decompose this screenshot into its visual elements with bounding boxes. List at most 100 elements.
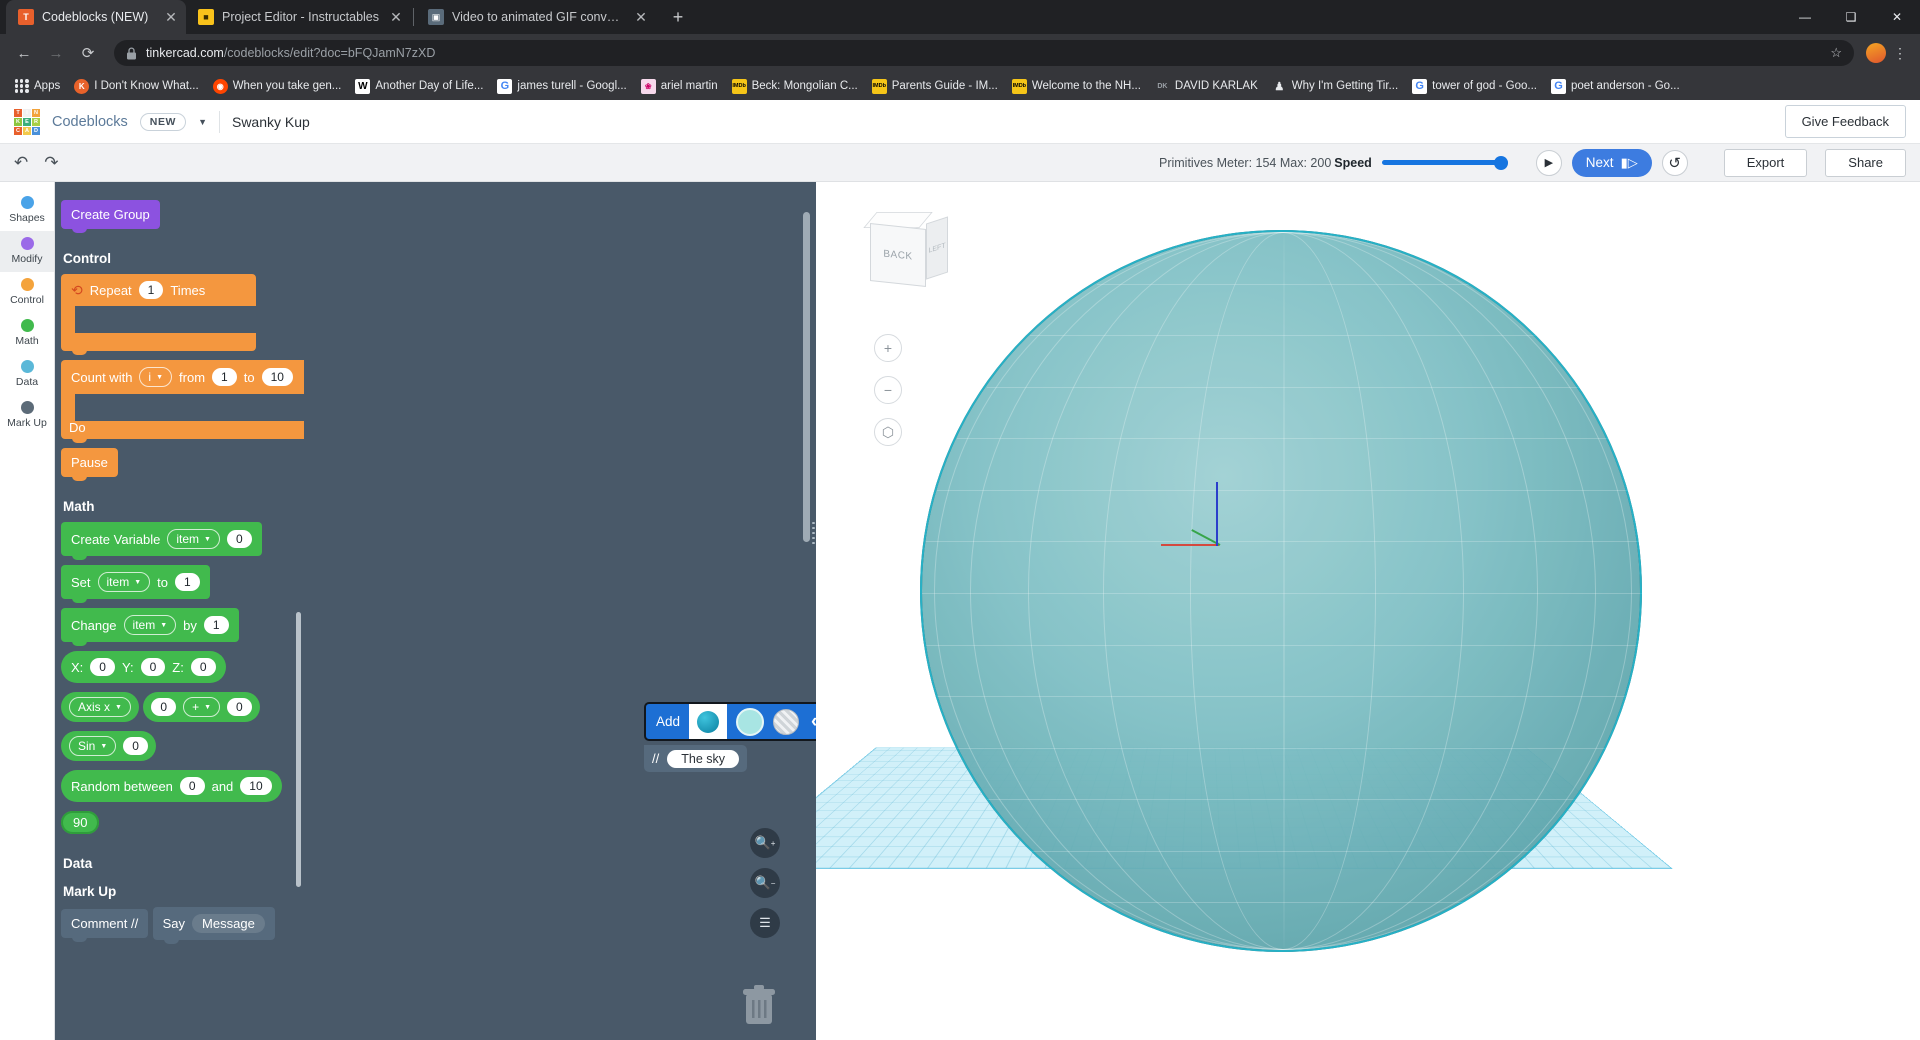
comment-text-input[interactable]: The sky — [667, 750, 739, 768]
block-slot[interactable] — [75, 306, 256, 333]
forward-icon[interactable]: → — [42, 39, 70, 67]
bookmark-item[interactable]: ❀ ariel martin — [635, 76, 724, 97]
bookmark-item[interactable]: ♟ Why I'm Getting Tir... — [1266, 76, 1404, 97]
category-data[interactable]: Data — [0, 354, 54, 395]
trig-input[interactable]: 0 — [123, 737, 148, 755]
count-variable-dropdown[interactable]: i ▼ — [139, 367, 172, 387]
zoom-in-icon[interactable]: 🔍 + — [750, 828, 780, 858]
new-tab-button[interactable]: + — [664, 3, 692, 31]
bookmark-item[interactable]: IMDb Parents Guide - IM... — [866, 76, 1004, 97]
view-cube-back-face[interactable]: BACK — [870, 223, 926, 287]
bookmark-item[interactable]: W Another Day of Life... — [349, 76, 489, 97]
block-xyz[interactable]: X: 0 Y: 0 Z: 0 — [61, 651, 226, 683]
slider-thumb[interactable] — [1494, 156, 1508, 170]
bookmark-item[interactable]: ◉ When you take gen... — [207, 76, 348, 97]
block-set[interactable]: Set item ▼ to 1 — [61, 565, 210, 599]
block-arithmetic[interactable]: 0 + ▼ 0 — [143, 692, 259, 722]
block-axis[interactable]: Axis x ▼ — [61, 692, 139, 722]
block-change[interactable]: Change item ▼ by 1 — [61, 608, 239, 642]
view-cube[interactable]: LEFT BACK — [866, 210, 952, 296]
bookmark-star-icon[interactable]: ☆ — [1830, 45, 1842, 61]
z-input[interactable]: 0 — [191, 658, 216, 676]
category-control[interactable]: Control — [0, 272, 54, 313]
sphere-object[interactable] — [920, 230, 1642, 952]
reload-icon[interactable]: ⟳ — [74, 39, 102, 67]
operator-dropdown[interactable]: + ▼ — [183, 697, 220, 717]
y-input[interactable]: 0 — [141, 658, 166, 676]
block-comment[interactable]: Comment // — [61, 909, 148, 938]
trash-icon[interactable] — [742, 984, 776, 1028]
block-count-with[interactable]: Count with i ▼ from 1 to 10 Do — [61, 360, 304, 439]
code-canvas[interactable]: Add ‹ Radius 90 Steps 18 // The sky 🔍+ 🔍… — [304, 182, 816, 1040]
viewport-zoom-out-button[interactable]: − — [874, 376, 902, 404]
viewport-fit-view-button[interactable]: ⬡ — [874, 418, 902, 446]
viewport-3d[interactable]: LEFT BACK + − ⬡ — [816, 182, 1920, 1040]
block-repeat[interactable]: ⟲ Repeat 1 Times — [61, 274, 256, 351]
trig-function-dropdown[interactable]: Sin ▼ — [69, 736, 116, 756]
category-math[interactable]: Math — [0, 313, 54, 354]
canvas-vertical-scrollbar[interactable] — [803, 212, 810, 542]
close-icon[interactable]: ✕ — [387, 8, 405, 26]
tinkercad-logo-icon[interactable]: TIN KER CAD — [14, 109, 40, 135]
block-create-group[interactable]: Create Group — [61, 200, 160, 229]
random-max-input[interactable]: 10 — [240, 777, 271, 795]
bookmark-item[interactable]: Apps — [8, 76, 66, 97]
address-bar[interactable]: tinkercad.com/codeblocks/edit?doc=bFQJam… — [114, 40, 1854, 66]
undo-icon[interactable]: ↶ — [14, 154, 28, 171]
block-say[interactable]: Say Message — [153, 907, 275, 940]
back-icon[interactable]: ← — [10, 39, 38, 67]
close-icon[interactable]: ✕ — [632, 8, 650, 26]
axis-dropdown[interactable]: Axis x ▼ — [69, 697, 131, 717]
operand-right-input[interactable]: 0 — [227, 698, 252, 716]
minimize-icon[interactable]: — — [1782, 0, 1828, 34]
chevron-down-icon[interactable]: ▼ — [198, 117, 207, 127]
solid-option-icon[interactable] — [736, 708, 764, 736]
block-number[interactable]: 90 — [61, 811, 99, 834]
change-value-input[interactable]: 1 — [204, 616, 229, 634]
sphere-swatch[interactable] — [689, 704, 727, 739]
block-random[interactable]: Random between 0 and 10 — [61, 770, 282, 802]
play-button[interactable]: ▶ — [1536, 150, 1562, 176]
give-feedback-button[interactable]: Give Feedback — [1785, 105, 1906, 138]
bookmark-item[interactable]: DK DAVID KARLAK — [1149, 76, 1264, 97]
brand-label[interactable]: Codeblocks — [52, 114, 128, 130]
bookmark-item[interactable]: K I Don't Know What... — [68, 76, 204, 97]
category-modify[interactable]: Modify — [0, 231, 54, 272]
avatar[interactable] — [1866, 43, 1886, 63]
browser-tab-codeblocks[interactable]: T Codeblocks (NEW) ✕ — [6, 0, 186, 34]
block-add-sphere[interactable]: Add ‹ Radius 90 Steps 18 — [644, 702, 816, 741]
set-value-input[interactable]: 1 — [175, 573, 200, 591]
operand-left-input[interactable]: 0 — [151, 698, 176, 716]
change-variable-dropdown[interactable]: item ▼ — [124, 615, 177, 635]
block-comment-instance[interactable]: // The sky — [644, 745, 747, 772]
view-cube-left-face[interactable]: LEFT — [926, 216, 948, 279]
say-message-input[interactable]: Message — [192, 914, 265, 933]
category-shapes[interactable]: Shapes — [0, 190, 54, 231]
browser-menu-icon[interactable]: ⋮ — [1890, 45, 1910, 62]
maximize-icon[interactable]: ❑ — [1828, 0, 1874, 34]
browser-tab-ezgif[interactable]: ▣ Video to animated GIF converter ✕ — [416, 0, 656, 34]
next-button[interactable]: Next ▮▷ — [1572, 149, 1652, 177]
block-slot[interactable] — [75, 394, 304, 421]
bookmark-item[interactable]: IMDb Welcome to the NH... — [1006, 76, 1147, 97]
share-button[interactable]: Share — [1825, 149, 1906, 177]
variable-value-input[interactable]: 0 — [227, 530, 252, 548]
speed-slider[interactable] — [1382, 154, 1508, 172]
hole-option-icon[interactable] — [773, 709, 799, 735]
block-create-variable[interactable]: Create Variable item ▼ 0 — [61, 522, 262, 556]
redo-icon[interactable]: ↷ — [44, 154, 58, 171]
close-icon[interactable]: ✕ — [162, 8, 180, 26]
window-close-icon[interactable]: ✕ — [1874, 0, 1920, 34]
document-title[interactable]: Swanky Kup — [232, 114, 310, 130]
palette-scrollbar[interactable] — [296, 612, 301, 887]
block-trig[interactable]: Sin ▼ 0 — [61, 731, 156, 761]
restart-button[interactable]: ↺ — [1662, 150, 1688, 176]
block-pause[interactable]: Pause — [61, 448, 118, 477]
count-to-input[interactable]: 10 — [262, 368, 293, 386]
browser-tab-instructables[interactable]: ■ Project Editor - Instructables ✕ — [186, 0, 411, 34]
set-variable-dropdown[interactable]: item ▼ — [98, 572, 151, 592]
bookmark-item[interactable]: IMDb Beck: Mongolian C... — [726, 76, 864, 97]
bookmark-item[interactable]: Gjames turell - Googl... — [491, 76, 632, 97]
zoom-out-icon[interactable]: 🔍 − — [750, 868, 780, 898]
bookmark-item[interactable]: Gpoet anderson - Go... — [1545, 76, 1686, 97]
